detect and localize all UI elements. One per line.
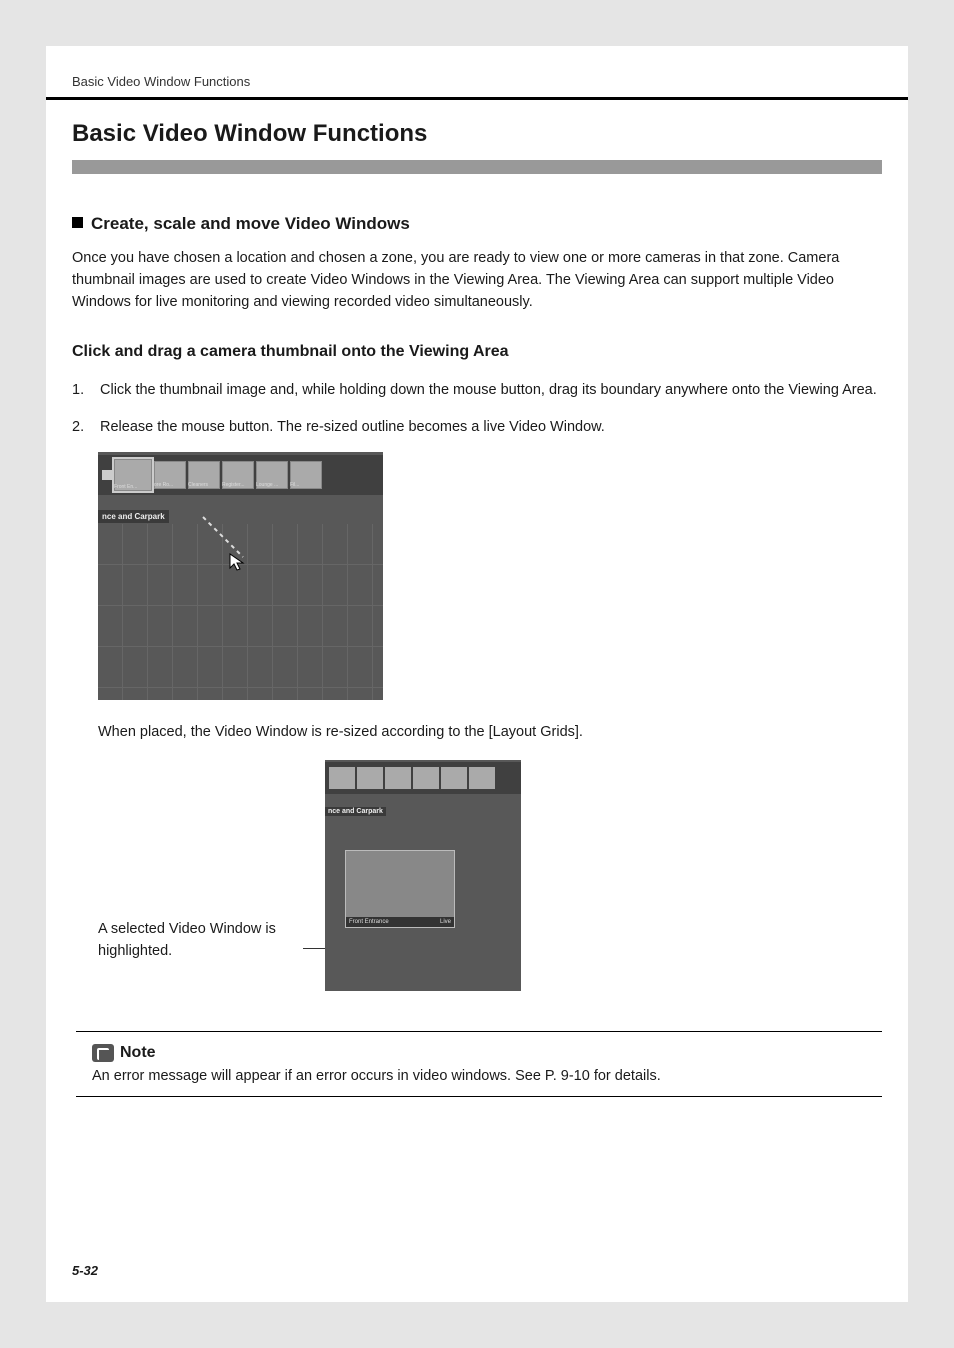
note-header: Note (92, 1044, 882, 1062)
square-bullet-icon (72, 217, 83, 228)
title-underline-bar (72, 160, 882, 174)
thumbnail-toolbar (325, 762, 521, 794)
thumb-label: Lounge ... (256, 482, 278, 488)
camera-thumbnail (329, 767, 355, 789)
zone-label: nce and Carpark (98, 510, 169, 523)
callout-line (303, 948, 325, 949)
step-number: 1. (72, 379, 84, 401)
video-window-name: Front Entrance (349, 919, 389, 925)
thumb-label: Cleaners (188, 482, 208, 488)
section-heading-text: Create, scale and move Video Windows (91, 214, 410, 233)
step-text: Release the mouse button. The re-sized o… (100, 419, 605, 435)
page-title: Basic Video Window Functions (72, 120, 882, 148)
figure-2-caption: A selected Video Window is highlighted. (98, 789, 303, 963)
thumb-label: Fil... (290, 482, 299, 488)
camera-thumbnail (385, 767, 411, 789)
step-text: Click the thumbnail image and, while hol… (100, 382, 877, 398)
figure-1: Front En... ore Ro... Cleaners Register.… (98, 452, 882, 700)
note-icon (92, 1044, 114, 1062)
thumb-label: ore Ro... (154, 482, 173, 488)
figure-2-row: A selected Video Window is highlighted. … (98, 760, 882, 991)
video-window: Front Entrance Live (345, 850, 455, 928)
content-area: Basic Video Window Functions Create, sca… (46, 100, 908, 1097)
camera-thumbnail (469, 767, 495, 789)
step-number: 2. (72, 416, 84, 438)
video-window-titlebar: Front Entrance Live (346, 917, 454, 927)
intro-paragraph: Once you have chosen a location and chos… (72, 248, 882, 313)
page: Basic Video Window Functions Basic Video… (46, 46, 908, 1302)
text-span: When placed, the Video Window is re-size… (98, 724, 493, 740)
camera-thumbnail (441, 767, 467, 789)
step-2: 2. Release the mouse button. The re-sized… (72, 416, 882, 438)
text-span: Layout Grids (493, 724, 575, 740)
sub-heading: Click and drag a camera thumbnail onto t… (72, 343, 882, 361)
camera-thumbnail (413, 767, 439, 789)
steps-list: 1. Click the thumbnail image and, while h… (72, 379, 882, 438)
note-callout: Note An error message will appear if an … (76, 1031, 882, 1097)
note-title: Note (120, 1044, 156, 1062)
page-number: 5-32 (72, 1263, 98, 1278)
dropdown-icon (102, 470, 112, 480)
header-breadcrumb: Basic Video Window Functions (46, 46, 908, 97)
thumb-label: Register... (222, 482, 245, 488)
cursor-icon (228, 552, 248, 572)
screenshot-placed-window: nce and Carpark Front Entrance Live (325, 760, 521, 991)
camera-thumbnail (357, 767, 383, 789)
layout-grids-text: When placed, the Video Window is re-size… (98, 724, 882, 740)
video-window-status: Live (440, 919, 451, 925)
thumb-label: Front En... (114, 484, 137, 490)
zone-label: nce and Carpark (325, 807, 386, 816)
thumbnail-toolbar: Front En... ore Ro... Cleaners Register.… (98, 455, 383, 495)
screenshot-drag-thumbnail: Front En... ore Ro... Cleaners Register.… (98, 452, 383, 700)
section-heading: Create, scale and move Video Windows (72, 214, 882, 234)
text-span: ]. (575, 724, 583, 740)
step-1: 1. Click the thumbnail image and, while h… (72, 379, 882, 401)
note-body: An error message will appear if an error… (92, 1068, 882, 1084)
